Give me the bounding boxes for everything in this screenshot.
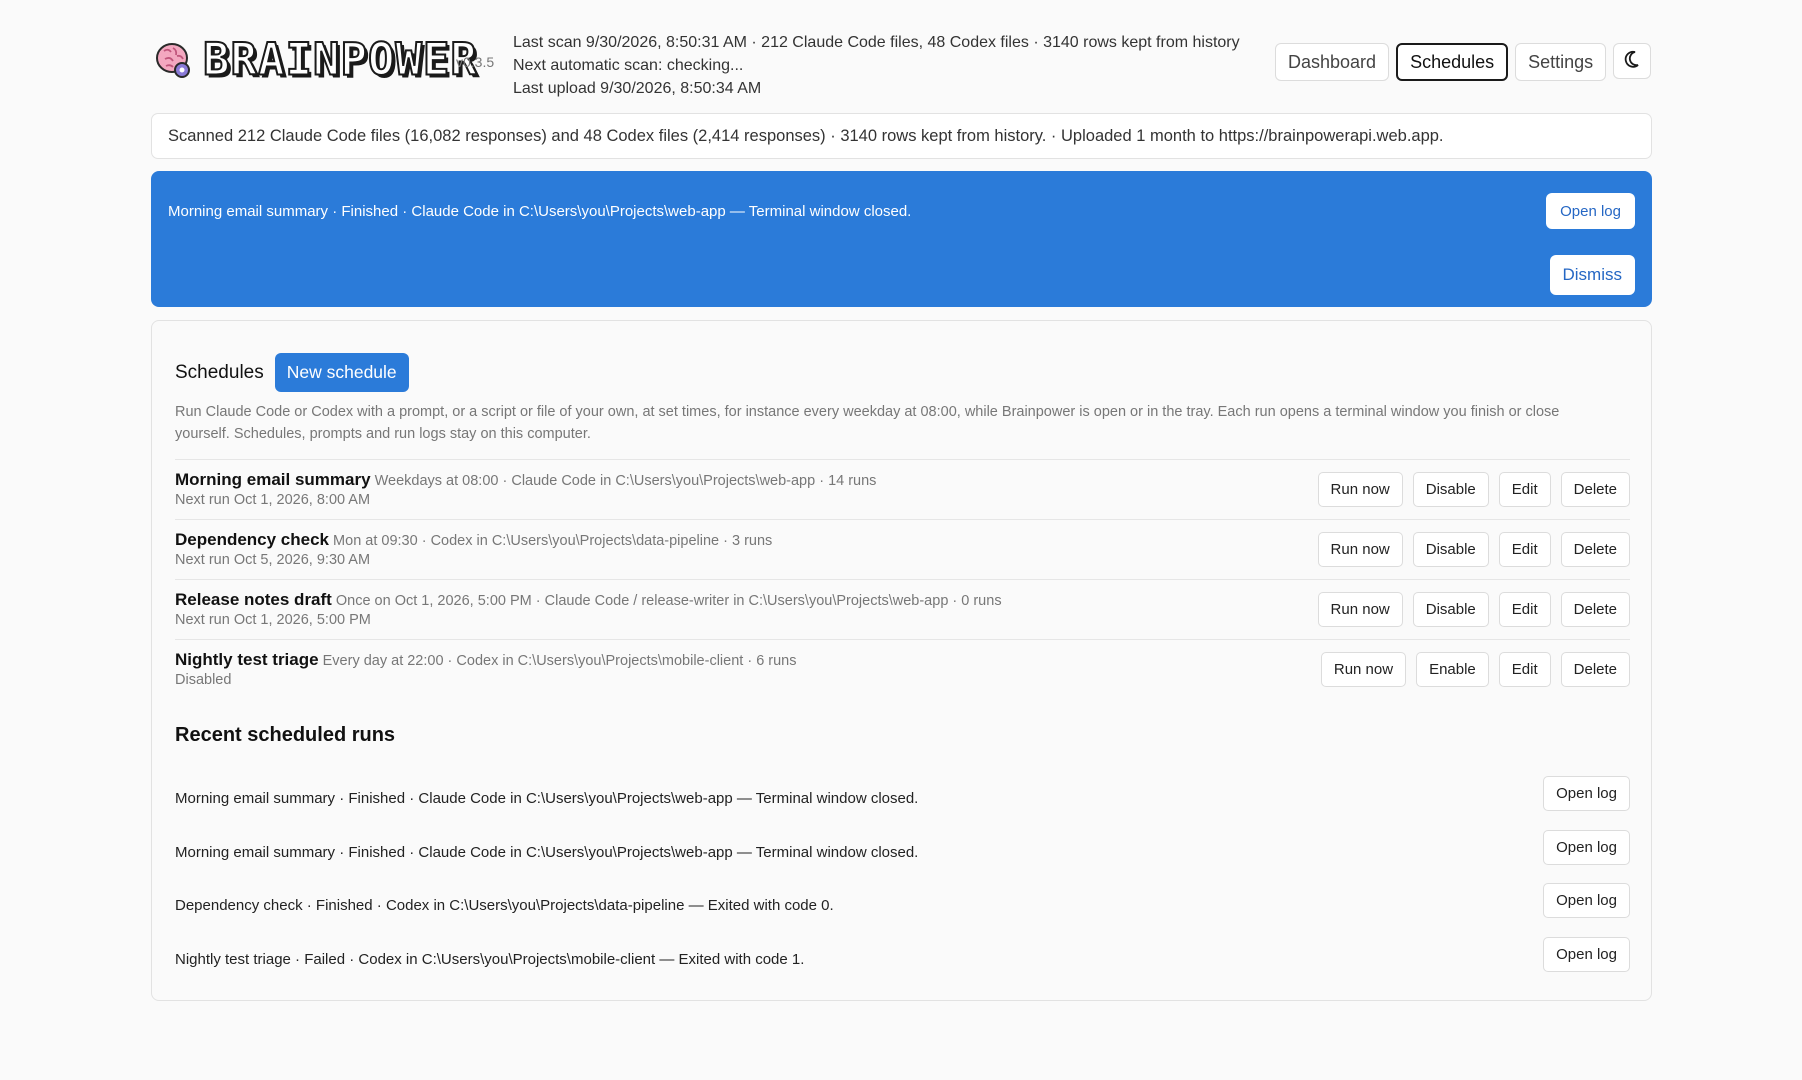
run-notification-banner: Morning email summary · Finished · Claud… bbox=[151, 171, 1652, 307]
recent-runs-title: Recent scheduled runs bbox=[175, 724, 396, 746]
banner-dismiss-button[interactable]: Dismiss bbox=[1549, 255, 1635, 295]
delete-button[interactable]: Delete bbox=[1560, 592, 1630, 627]
edit-button[interactable]: Edit bbox=[1498, 472, 1551, 507]
run-summary: Nightly test triage · Failed · Codex in … bbox=[175, 950, 805, 968]
schedule-row: Release notes draft Once on Oct 1, 2026,… bbox=[175, 579, 1630, 639]
banner-open-log-button[interactable]: Open log bbox=[1546, 193, 1635, 229]
recent-run-item: Morning email summary · Finished · Claud… bbox=[175, 776, 1630, 830]
nav-settings-button[interactable]: Settings bbox=[1515, 43, 1607, 81]
schedule-actions: Run now Disable Edit Delete bbox=[1317, 592, 1630, 627]
disable-button[interactable]: Disable bbox=[1412, 472, 1489, 507]
run-summary: Dependency check · Finished · Codex in C… bbox=[175, 897, 834, 914]
app-root: BRAINPOWER v0.3.5 Last scan 9/30/2026, 8… bbox=[151, 0, 1652, 1001]
schedules-description: Run Claude Code or Codex with a prompt, … bbox=[175, 404, 1560, 442]
schedule-actions: Run now Enable Edit Delete bbox=[1320, 652, 1630, 687]
schedule-row: Nightly test triage Every day at 22:00 ·… bbox=[175, 639, 1630, 699]
schedules-card: Schedules New schedule Run Claude Code o… bbox=[151, 320, 1652, 1001]
open-log-button[interactable]: Open log bbox=[1543, 936, 1630, 972]
delete-button[interactable]: Delete bbox=[1560, 532, 1630, 567]
schedules-title: Schedules bbox=[175, 361, 264, 383]
schedule-status: Disabled bbox=[175, 672, 232, 688]
run-summary: Morning email summary · Finished · Claud… bbox=[175, 790, 919, 807]
schedule-actions: Run now Disable Edit Delete bbox=[1317, 532, 1630, 567]
delete-button[interactable]: Delete bbox=[1560, 472, 1630, 507]
app-logo: BRAINPOWER bbox=[155, 33, 478, 86]
last-scan-status: Last scan 9/30/2026, 8:50:31 AM · 212 Cl… bbox=[513, 34, 1240, 51]
edit-button[interactable]: Edit bbox=[1498, 532, 1551, 567]
run-now-button[interactable]: Run now bbox=[1317, 592, 1403, 627]
recent-run-item: Dependency check · Finished · Codex in C… bbox=[175, 883, 1630, 937]
schedule-row: Morning email summary Weekdays at 08:00 … bbox=[175, 459, 1630, 519]
schedule-detail: Weekdays at 08:00 · Claude Code in C:\Us… bbox=[374, 473, 877, 489]
disable-button[interactable]: Disable bbox=[1412, 592, 1489, 627]
schedule-actions: Run now Disable Edit Delete bbox=[1317, 472, 1630, 507]
theme-toggle-button[interactable] bbox=[1613, 43, 1651, 79]
schedule-row: Dependency check Mon at 09:30 · Codex in… bbox=[175, 519, 1630, 579]
moon-icon bbox=[1624, 50, 1640, 73]
open-log-button[interactable]: Open log bbox=[1543, 776, 1630, 811]
nav-schedules-button[interactable]: Schedules bbox=[1396, 43, 1509, 81]
run-now-button[interactable]: Run now bbox=[1317, 472, 1403, 507]
schedule-name: Nightly test triage bbox=[175, 650, 319, 669]
open-log-button[interactable]: Open log bbox=[1543, 883, 1630, 918]
app-header: BRAINPOWER v0.3.5 Last scan 9/30/2026, 8… bbox=[151, 0, 1652, 112]
next-scan-status: Next automatic scan: checking... bbox=[513, 57, 744, 74]
schedule-detail: Mon at 09:30 · Codex in C:\Users\you\Pro… bbox=[333, 533, 773, 549]
schedule-next-run: Next run Oct 1, 2026, 8:00 AM bbox=[175, 492, 371, 508]
banner-message: Morning email summary · Finished · Claud… bbox=[168, 203, 912, 220]
nav-dashboard-button[interactable]: Dashboard bbox=[1275, 43, 1390, 81]
last-upload-status: Last upload 9/30/2026, 8:50:34 AM bbox=[513, 80, 762, 97]
open-log-button[interactable]: Open log bbox=[1543, 829, 1630, 865]
app-wordmark: BRAINPOWER bbox=[202, 33, 478, 86]
recent-run-item: Morning email summary · Finished · Claud… bbox=[175, 829, 1630, 884]
recent-runs-list: Morning email summary · Finished · Claud… bbox=[175, 776, 1630, 990]
edit-button[interactable]: Edit bbox=[1498, 592, 1551, 627]
brain-icon bbox=[155, 39, 193, 81]
edit-button[interactable]: Edit bbox=[1498, 652, 1551, 687]
run-now-button[interactable]: Run now bbox=[1317, 532, 1403, 567]
status-lines: Last scan 9/30/2026, 8:50:31 AM · 212 Cl… bbox=[513, 31, 1240, 100]
enable-button[interactable]: Enable bbox=[1416, 652, 1489, 687]
recent-run-item: Nightly test triage · Failed · Codex in … bbox=[175, 936, 1630, 991]
disable-button[interactable]: Disable bbox=[1412, 532, 1489, 567]
schedule-next-run: Next run Oct 5, 2026, 9:30 AM bbox=[175, 552, 371, 568]
schedule-name: Dependency check bbox=[175, 530, 330, 549]
schedule-list: Morning email summary Weekdays at 08:00 … bbox=[175, 459, 1630, 699]
schedule-next-run: Next run Oct 1, 2026, 5:00 PM bbox=[175, 612, 371, 628]
new-schedule-button[interactable]: New schedule bbox=[274, 353, 409, 392]
schedule-detail: Every day at 22:00 · Codex in C:\Users\y… bbox=[322, 653, 797, 669]
schedule-name: Release notes draft bbox=[175, 590, 332, 609]
schedule-detail: Once on Oct 1, 2026, 5:00 PM · Claude Co… bbox=[335, 593, 1002, 609]
main-nav: Dashboard Schedules Settings bbox=[1275, 43, 1607, 81]
schedule-name: Morning email summary bbox=[175, 470, 371, 489]
schedules-header: Schedules New schedule bbox=[175, 353, 409, 392]
app-version: v0.3.5 bbox=[456, 54, 495, 70]
run-now-button[interactable]: Run now bbox=[1320, 652, 1407, 687]
run-summary: Morning email summary · Finished · Claud… bbox=[175, 843, 919, 861]
scan-summary: Scanned 212 Claude Code files (16,082 re… bbox=[151, 113, 1652, 159]
delete-button[interactable]: Delete bbox=[1560, 652, 1630, 687]
